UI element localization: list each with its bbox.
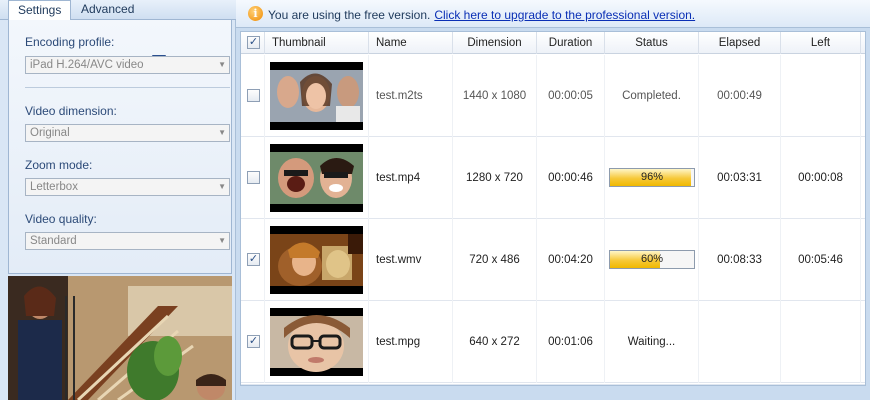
header-thumbnail[interactable]: Thumbnail	[265, 32, 369, 54]
file-duration: 00:04:20	[537, 219, 605, 301]
chevron-down-icon: ▼	[218, 182, 226, 191]
file-time-left: 00:05:46	[781, 219, 861, 301]
chevron-down-icon: ▼	[218, 60, 226, 69]
upgrade-link[interactable]: Click here to upgrade to the professiona…	[434, 8, 695, 22]
table-footer	[241, 384, 865, 385]
video-dimension-value: Original	[30, 127, 70, 139]
status-cell: 96%	[605, 137, 699, 219]
settings-panel: Settings Advanced Encoding profile: iPad…	[0, 0, 236, 400]
zoom-mode-label: Zoom mode:	[25, 158, 93, 172]
header-status[interactable]: Status	[605, 32, 699, 54]
file-name: test.m2ts	[369, 55, 453, 137]
tab-strip: Settings Advanced	[0, 0, 236, 21]
chevron-down-icon: ▼	[218, 128, 226, 137]
row-check-cell	[241, 137, 265, 219]
thumbnail-image	[270, 308, 363, 376]
video-quality-label: Video quality:	[25, 212, 97, 226]
video-preview	[8, 276, 232, 400]
table-row[interactable]: ✓ test.wmv 720 x 486 00:04:20 60% 00:08:…	[241, 219, 865, 301]
file-duration: 00:00:46	[537, 137, 605, 219]
thumbnail-cell	[265, 219, 369, 301]
video-quality-select[interactable]: Standard ▼	[25, 232, 230, 250]
header-elapsed[interactable]: Elapsed	[699, 32, 781, 54]
file-duration: 00:00:05	[537, 55, 605, 137]
status-cell: 60%	[605, 219, 699, 301]
row-checkbox[interactable]: ✓	[247, 335, 260, 348]
file-time-left: 00:00:08	[781, 137, 861, 219]
video-dimension-label: Video dimension:	[25, 104, 117, 118]
progress-bar: 60%	[609, 250, 695, 269]
file-name: test.mpg	[369, 301, 453, 383]
file-dimension: 720 x 486	[453, 219, 537, 301]
video-thumbnail	[270, 308, 363, 376]
video-thumbnail	[270, 226, 363, 294]
thumbnail-cell	[265, 301, 369, 383]
header-duration[interactable]: Duration	[537, 32, 605, 54]
file-dimension: 1440 x 1080	[453, 55, 537, 137]
chevron-down-icon: ▼	[218, 236, 226, 245]
video-thumbnail	[270, 144, 363, 212]
video-quality-value: Standard	[30, 235, 77, 247]
file-duration: 00:01:06	[537, 301, 605, 383]
conversion-table: ✓ Thumbnail Name Dimension Duration Stat…	[240, 31, 866, 386]
encoding-profile-select[interactable]: iPad H.264/AVC video ▼	[25, 56, 230, 74]
thumbnail-image	[270, 144, 363, 212]
job-panel: i You are using the free version. Click h…	[236, 0, 870, 400]
zoom-mode-select[interactable]: Letterbox ▼	[25, 178, 230, 196]
row-checkbox[interactable]: ✓	[247, 253, 260, 266]
thumbnail-cell	[265, 137, 369, 219]
file-elapsed	[699, 301, 781, 383]
file-time-left	[781, 301, 861, 383]
file-elapsed: 00:08:33	[699, 219, 781, 301]
table-row[interactable]: test.m2ts 1440 x 1080 00:00:05 Completed…	[241, 55, 865, 137]
file-name: test.wmv	[369, 219, 453, 301]
file-dimension: 1280 x 720	[453, 137, 537, 219]
free-version-text: You are using the free version.	[268, 8, 431, 22]
encoding-profile-value: iPad H.264/AVC video	[30, 59, 144, 71]
table-row[interactable]: test.mp4 1280 x 720 00:00:46 96% 00:03:3…	[241, 137, 865, 219]
tab-settings[interactable]: Settings	[8, 0, 72, 21]
header-left[interactable]: Left	[781, 32, 861, 54]
table-header: ✓ Thumbnail Name Dimension Duration Stat…	[241, 32, 865, 54]
row-check-cell: ✓	[241, 219, 265, 301]
file-dimension: 640 x 272	[453, 301, 537, 383]
row-check-cell	[241, 55, 265, 137]
encoding-profile-label: Encoding profile:	[25, 35, 115, 49]
row-checkbox[interactable]	[247, 171, 260, 184]
file-elapsed: 00:03:31	[699, 137, 781, 219]
table-row[interactable]: ✓ test.mpg 640 x 272 00:01:06 Waiting...	[241, 301, 865, 383]
progress-label: 96%	[640, 171, 664, 183]
upgrade-banner: i You are using the free version. Click h…	[236, 0, 870, 28]
row-checkbox[interactable]	[247, 89, 260, 102]
file-elapsed: 00:00:49	[699, 55, 781, 137]
file-status: Completed.	[605, 55, 699, 137]
header-select-all[interactable]: ✓	[241, 32, 265, 54]
video-dimension-select[interactable]: Original ▼	[25, 124, 230, 142]
thumbnail-image	[270, 226, 363, 294]
thumbnail-image	[270, 62, 363, 130]
preview-frame-image	[8, 276, 232, 400]
video-thumbnail	[270, 62, 363, 130]
tab-advanced[interactable]: Advanced	[72, 0, 143, 20]
zoom-mode-value: Letterbox	[30, 181, 78, 193]
settings-form: Encoding profile: iPad H.264/AVC video ▼	[8, 20, 232, 274]
progress-label: 60%	[640, 253, 664, 265]
header-name[interactable]: Name	[369, 32, 453, 54]
select-all-checkbox[interactable]: ✓	[247, 36, 260, 49]
file-name: test.mp4	[369, 137, 453, 219]
progress-bar: 96%	[609, 168, 695, 187]
file-status: Waiting...	[605, 301, 699, 383]
header-dimension[interactable]: Dimension	[453, 32, 537, 54]
divider	[25, 87, 230, 88]
row-check-cell: ✓	[241, 301, 265, 383]
file-time-left	[781, 55, 861, 137]
thumbnail-cell	[265, 55, 369, 137]
info-icon: i	[248, 6, 263, 21]
banner-message: You are using the free version. Click her…	[268, 8, 695, 22]
